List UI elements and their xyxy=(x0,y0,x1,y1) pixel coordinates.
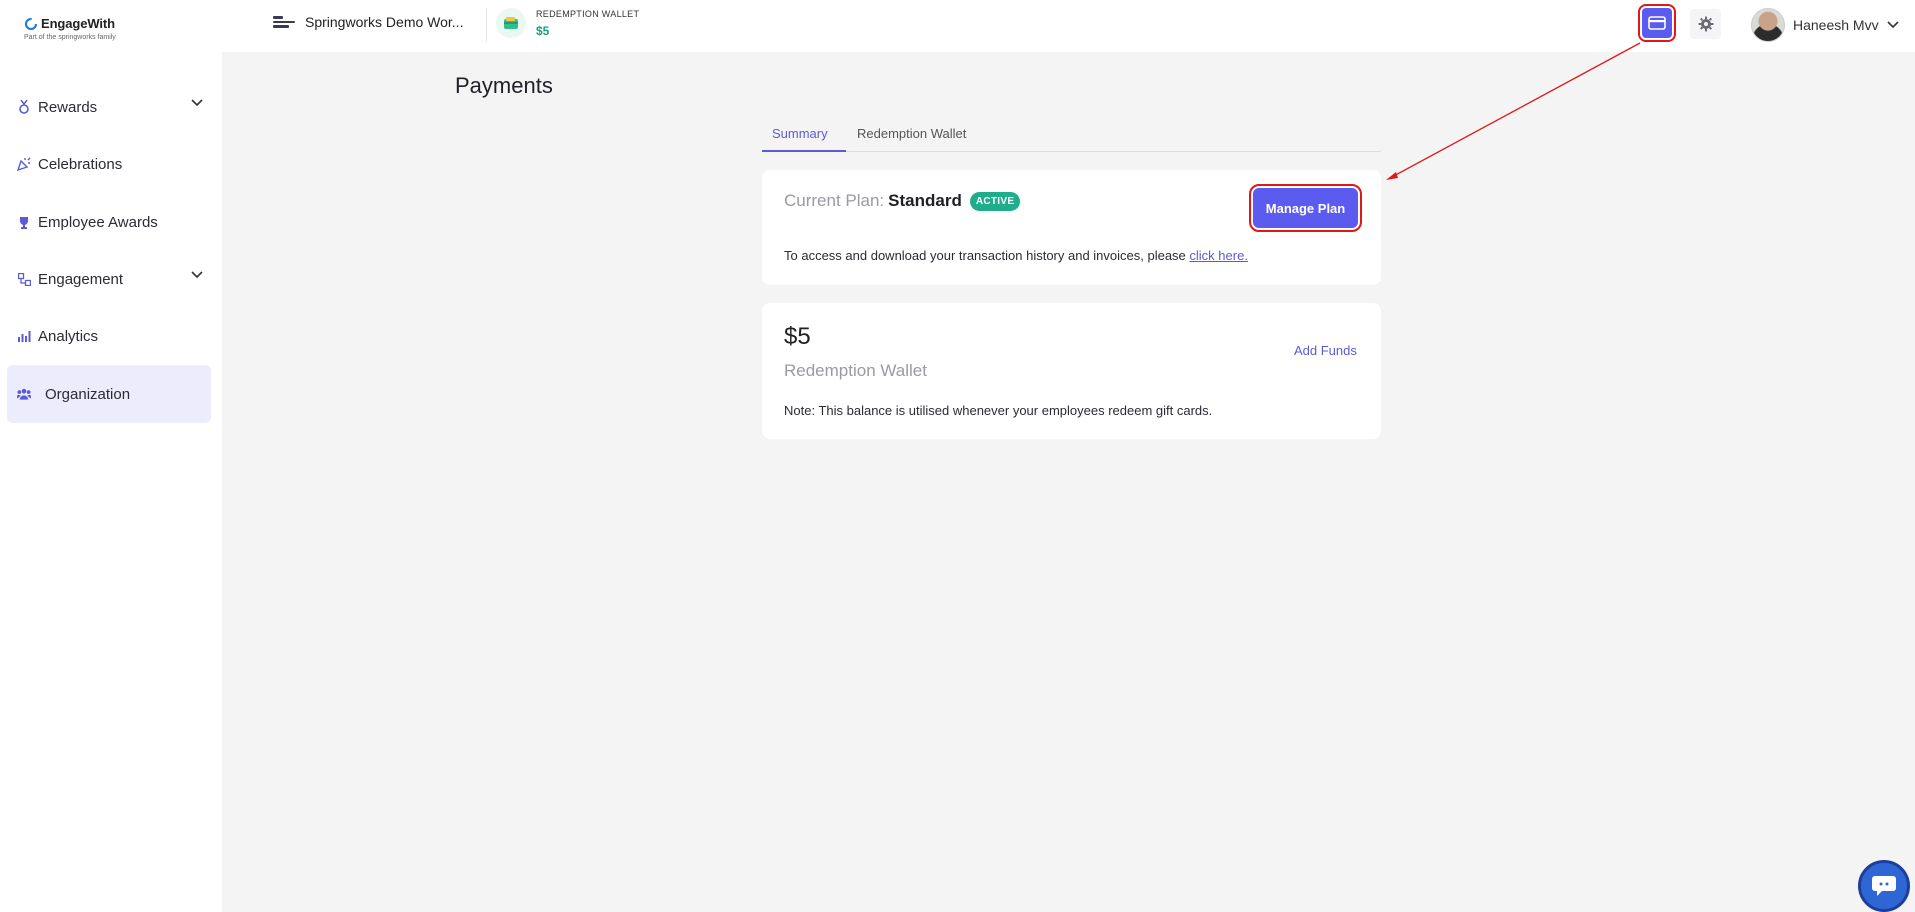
user-menu[interactable]: Haneesh Mvv xyxy=(1751,8,1899,42)
chat-bubble-icon xyxy=(1872,876,1896,896)
redemption-wallet-summary[interactable]: REDEMPTION WALLET $5 xyxy=(496,8,639,38)
chevron-down-icon xyxy=(1887,21,1899,29)
tab-summary[interactable]: Summary xyxy=(772,126,828,149)
wallet-amount: $5 xyxy=(536,23,550,38)
gear-icon xyxy=(1698,16,1713,32)
brand-tagline: Part of the springworks family xyxy=(24,34,116,41)
sidebar-item-label: Analytics xyxy=(38,327,99,345)
page-title: Payments xyxy=(455,73,553,98)
plan-name: Standard xyxy=(888,191,962,210)
plan-label: Current Plan: xyxy=(784,191,885,210)
payments-button[interactable] xyxy=(1638,4,1676,42)
sidebar-item-label: Celebrations xyxy=(38,155,123,173)
sidebar: Rewards Celebrations Employee Awards Eng… xyxy=(0,52,222,912)
people-icon xyxy=(17,387,31,401)
status-badge: ACTIVE xyxy=(969,191,1021,211)
medal-icon xyxy=(17,100,31,114)
sidebar-item-engagement[interactable]: Engagement xyxy=(7,257,211,301)
flow-icon xyxy=(17,272,31,286)
sidebar-item-label: Organization xyxy=(45,385,131,403)
sidebar-item-celebrations[interactable]: Celebrations xyxy=(7,142,211,186)
sidebar-item-organization[interactable]: Organization xyxy=(7,365,211,423)
engagewith-logo-icon xyxy=(24,17,38,30)
workspace-logo-icon xyxy=(273,15,295,29)
transaction-history-text: To access and download your transaction … xyxy=(784,248,1248,263)
brand-logo[interactable]: EngageWith Part of the springworks famil… xyxy=(24,16,194,41)
wallet-note: Note: This balance is utilised whenever … xyxy=(784,403,1213,418)
wallet-balance: $5 xyxy=(784,323,811,350)
workspace-switcher[interactable]: Springworks Demo Wor... xyxy=(273,14,463,30)
wallet-title: Redemption Wallet xyxy=(784,361,927,380)
user-name: Haneesh Mvv xyxy=(1793,17,1879,33)
sidebar-item-employee-awards[interactable]: Employee Awards xyxy=(7,200,211,244)
sidebar-item-label: Rewards xyxy=(38,98,98,116)
click-here-link[interactable]: click here. xyxy=(1189,248,1248,263)
divider xyxy=(486,8,487,42)
current-plan: Current Plan: Standard ACTIVE xyxy=(784,191,1021,211)
add-funds-link[interactable]: Add Funds xyxy=(1294,343,1357,358)
avatar xyxy=(1751,8,1785,42)
tab-redemption-wallet[interactable]: Redemption Wallet xyxy=(857,126,966,149)
sidebar-item-analytics[interactable]: Analytics xyxy=(7,314,211,358)
tab-bar: Summary Redemption Wallet xyxy=(762,122,1381,152)
wallet-icon xyxy=(496,8,526,38)
party-icon xyxy=(17,157,31,171)
sidebar-item-label: Employee Awards xyxy=(38,213,158,231)
credit-card-icon xyxy=(1648,16,1666,30)
brand-name: EngageWith xyxy=(41,16,115,31)
current-plan-card: Current Plan: Standard ACTIVE Manage Pla… xyxy=(762,170,1381,285)
trophy-icon xyxy=(17,215,31,229)
chat-widget-button[interactable] xyxy=(1858,860,1910,912)
sidebar-item-rewards[interactable]: Rewards xyxy=(7,85,211,129)
settings-button[interactable] xyxy=(1690,9,1721,39)
workspace-name: Springworks Demo Wor... xyxy=(305,14,464,30)
redemption-wallet-card: $5 Redemption Wallet Add Funds Note: Thi… xyxy=(762,303,1381,439)
manage-plan-button[interactable]: Manage Plan xyxy=(1249,184,1362,232)
chevron-down-icon xyxy=(191,271,203,279)
chevron-down-icon xyxy=(191,99,203,107)
active-tab-indicator xyxy=(762,150,846,152)
sidebar-item-label: Engagement xyxy=(38,270,124,288)
bar-chart-icon xyxy=(17,329,31,343)
top-bar: EngageWith Part of the springworks famil… xyxy=(0,0,1915,52)
access-text: To access and download your transaction … xyxy=(784,248,1190,263)
wallet-label: REDEMPTION WALLET xyxy=(536,8,640,19)
